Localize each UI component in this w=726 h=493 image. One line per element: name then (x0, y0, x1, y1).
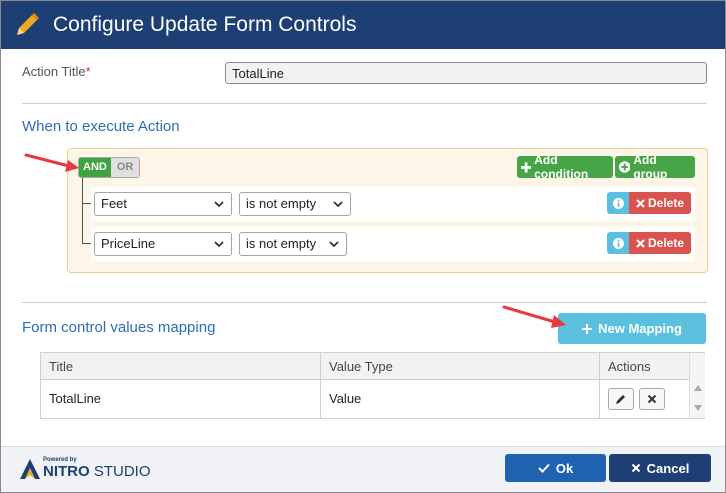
tree-branch (82, 203, 91, 204)
plus-icon (582, 323, 593, 334)
add-group-label: Add group (633, 153, 668, 181)
ok-button[interactable]: Ok (505, 454, 606, 482)
action-title-label-text: Action Title (22, 64, 86, 79)
chevron-down-icon (329, 241, 339, 248)
mapping-table: Title Value Type Actions TotalLine Value (40, 352, 705, 419)
rule-operator-select[interactable]: is not empty (239, 192, 351, 216)
and-or-toggle: AND OR (78, 157, 141, 178)
or-button[interactable]: OR (110, 158, 140, 177)
rule-operator-select[interactable]: is not empty (239, 232, 347, 256)
rule-field-value: Feet (101, 196, 128, 211)
info-icon (612, 197, 624, 209)
nitro-logo-icon (20, 459, 40, 479)
cell-title: TotalLine (49, 391, 102, 406)
close-icon (636, 198, 645, 208)
dialog-titlebar: Configure Update Form Controls (1, 1, 725, 49)
add-group-button[interactable]: Add group (615, 153, 695, 181)
divider (22, 302, 707, 303)
rule-delete-button[interactable]: Delete (629, 232, 691, 254)
pencil-icon (17, 13, 39, 35)
rule-field-select[interactable]: PriceLine (94, 232, 232, 256)
add-condition-label: Add condition (534, 153, 589, 181)
scroll-up-icon[interactable] (694, 385, 702, 391)
rule-operator-value: is not empty (246, 196, 317, 211)
logo-studio: STUDIO (93, 463, 151, 480)
dialog-title: Configure Update Form Controls (53, 13, 357, 36)
check-icon (538, 463, 550, 473)
configure-dialog: Configure Update Form Controls Action Ti… (0, 0, 726, 493)
column-header-actions: Actions (608, 359, 651, 374)
mapping-section-title: Form control values mapping (22, 319, 216, 336)
cancel-label: Cancel (646, 460, 690, 476)
rule-field-value: PriceLine (101, 236, 156, 251)
column-divider (320, 353, 321, 418)
close-icon (636, 238, 645, 248)
divider (22, 103, 707, 104)
rule-delete-label: Delete (647, 236, 685, 250)
action-title-input[interactable]: TotalLine (225, 62, 707, 84)
tree-connector (82, 178, 83, 243)
rule-delete-button[interactable]: Delete (629, 192, 691, 214)
new-mapping-button[interactable]: New Mapping (558, 313, 706, 344)
conditions-section-title: When to execute Action (22, 118, 180, 135)
plus-icon (521, 161, 532, 173)
rule-info-button[interactable] (607, 232, 629, 254)
scroll-down-icon[interactable] (694, 405, 702, 411)
rule-operator-value: is not empty (246, 236, 317, 251)
cancel-button[interactable]: Cancel (609, 454, 711, 482)
column-header-title: Title (49, 359, 74, 374)
required-mark: * (85, 64, 91, 79)
action-title-label: Action Title* (22, 64, 91, 79)
new-mapping-label: New Mapping (598, 321, 682, 336)
tree-branch (82, 243, 91, 244)
chevron-down-icon (214, 201, 224, 208)
ok-label: Ok (555, 460, 574, 476)
close-icon (647, 394, 657, 404)
logo-text: NITRO STUDIO (43, 463, 151, 480)
rule-delete-label: Delete (647, 196, 685, 210)
close-icon (631, 463, 640, 473)
chevron-down-icon (214, 241, 224, 248)
add-condition-button[interactable]: Add condition (517, 153, 613, 181)
chevron-down-icon (333, 201, 343, 208)
delete-mapping-button[interactable] (639, 388, 665, 410)
table-header: Title Value Type Actions (41, 353, 689, 380)
plus-circle-icon (619, 161, 631, 173)
edit-mapping-button[interactable] (608, 388, 634, 410)
rule-info-button[interactable] (607, 192, 629, 214)
annotation-arrow-icon (24, 153, 79, 172)
info-icon (612, 237, 624, 249)
and-button[interactable]: AND (79, 158, 111, 177)
annotation-arrow-icon (502, 305, 566, 328)
table-scrollbar[interactable] (689, 353, 705, 418)
rule-field-select[interactable]: Feet (94, 192, 232, 216)
cell-value-type: Value (329, 391, 362, 406)
pencil-icon (616, 395, 625, 404)
column-header-value-type: Value Type (329, 359, 393, 374)
column-divider (599, 353, 600, 418)
logo-nitro: NITRO (43, 463, 90, 480)
